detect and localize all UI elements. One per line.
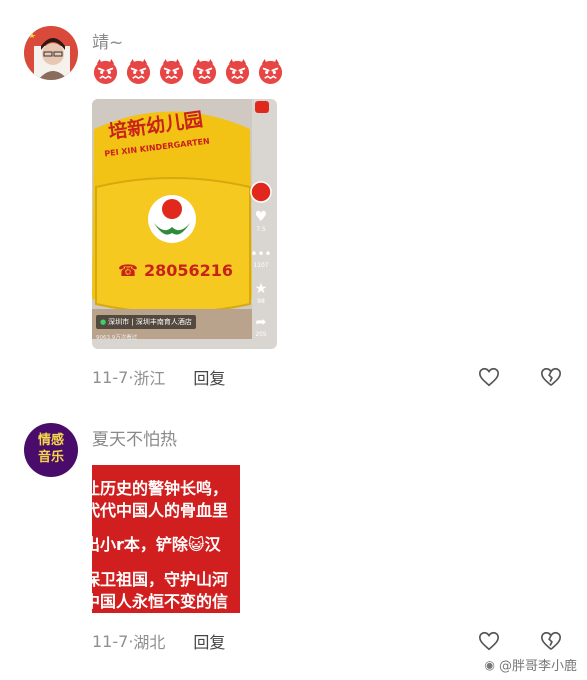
- comment-item: 情感 音乐 夏天不怕热 让历史的警钟长鸣， 代代中国人的骨血里 出小r本，铲除😺…: [0, 0, 587, 680]
- avatar[interactable]: 情感 音乐: [24, 423, 78, 477]
- attached-image[interactable]: 让历史的警钟长鸣， 代代中国人的骨血里 出小r本，铲除😺汉 保卫祖国，守护山河 …: [92, 465, 240, 613]
- comment-meta: 11-7 · 湖北 回复: [92, 629, 225, 653]
- weibo-icon: ◉: [484, 657, 495, 672]
- like-heart-icon[interactable]: [478, 630, 500, 652]
- watermark: ◉ @胖哥李小鹿: [484, 657, 578, 675]
- comment-region: 湖北: [133, 633, 166, 652]
- avatar-text: 情感 音乐: [37, 433, 64, 465]
- dislike-broken-heart-icon[interactable]: [540, 630, 562, 652]
- reply-button[interactable]: 回复: [193, 629, 225, 653]
- username[interactable]: 夏天不怕热: [92, 425, 177, 450]
- comment-date: 11-7: [92, 631, 129, 651]
